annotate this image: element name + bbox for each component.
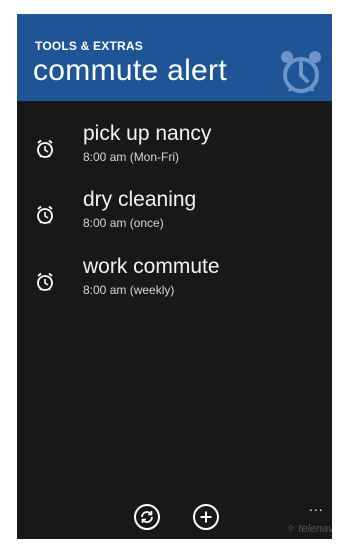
alert-item-work-commute[interactable]: work commute 8:00 am (weekly) bbox=[17, 255, 332, 303]
alert-name: work commute bbox=[83, 255, 220, 278]
alert-schedule: 8:00 am (Mon-Fri) bbox=[83, 150, 180, 164]
more-menu-button[interactable]: ... bbox=[309, 498, 324, 514]
alarm-clock-icon bbox=[37, 205, 53, 224]
alarm-clock-icon bbox=[37, 272, 53, 291]
telenav-logo-icon: ✧ bbox=[286, 523, 296, 535]
alert-name: dry cleaning bbox=[83, 188, 197, 211]
alert-item-pick-up-nancy[interactable]: pick up nancy 8:00 am (Mon-Fri) bbox=[17, 122, 332, 170]
alert-item-dry-cleaning[interactable]: dry cleaning 8:00 am (once) bbox=[17, 188, 332, 236]
alert-name: pick up nancy bbox=[83, 122, 212, 145]
alert-schedule: 8:00 am (weekly) bbox=[83, 283, 175, 297]
alert-schedule: 8:00 am (once) bbox=[83, 216, 164, 230]
header: TOOLS & EXTRAS commute alert bbox=[17, 14, 332, 101]
page-title: commute alert bbox=[33, 54, 227, 87]
add-alert-button[interactable] bbox=[193, 504, 219, 530]
phone-screen: TOOLS & EXTRAS commute alert pick up nan… bbox=[17, 14, 332, 539]
alarm-clock-icon bbox=[281, 51, 321, 93]
sync-icon bbox=[141, 511, 153, 523]
application-bar bbox=[17, 504, 332, 539]
telenav-branding: ✧ telenav bbox=[286, 522, 332, 535]
add-icon bbox=[200, 511, 212, 523]
brand-text: telenav bbox=[298, 523, 332, 535]
alarm-clock-icon bbox=[37, 139, 53, 158]
app-supertitle: TOOLS & EXTRAS bbox=[35, 39, 143, 53]
sync-button[interactable] bbox=[134, 504, 160, 530]
